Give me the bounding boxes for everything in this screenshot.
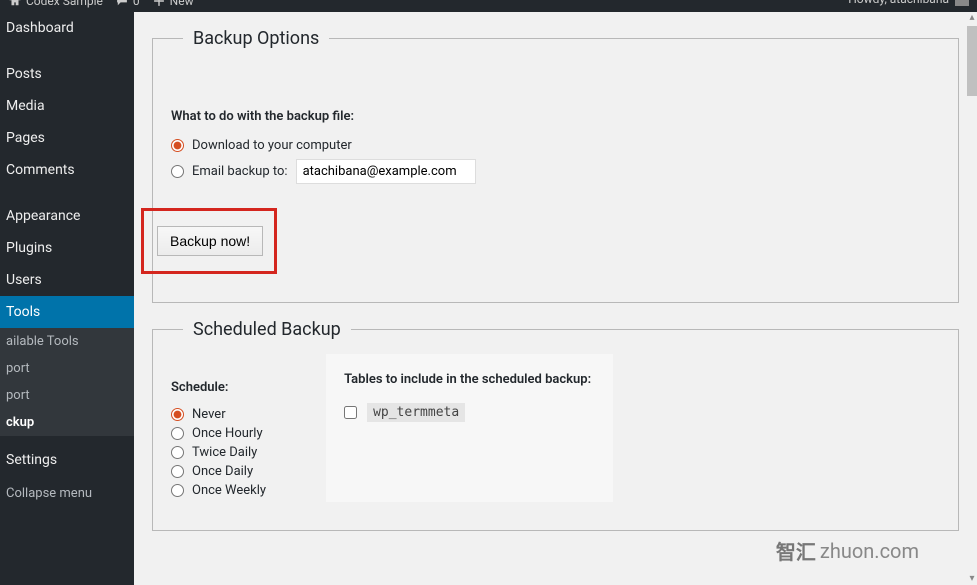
submenu-import[interactable]: port (0, 355, 134, 382)
radio-twice-daily[interactable] (171, 446, 184, 459)
scroll-thumb[interactable] (967, 26, 977, 96)
sidebar-item-posts[interactable]: Posts (0, 58, 134, 90)
sidebar-item-comments[interactable]: Comments (0, 154, 134, 186)
radio-once-daily[interactable] (171, 465, 184, 478)
opt-never[interactable]: Never (171, 407, 266, 422)
comment-count: 0 (133, 0, 140, 8)
opt-once-weekly[interactable]: Once Weekly (171, 483, 266, 498)
sidebar-item-plugins[interactable]: Plugins (0, 232, 134, 264)
tables-panel: Tables to include in the scheduled backu… (326, 354, 613, 502)
opt-once-daily[interactable]: Once Daily (171, 464, 266, 479)
sidebar-item-appearance[interactable]: Appearance (0, 200, 134, 232)
sidebar-item-settings[interactable]: Settings (0, 444, 134, 476)
home-icon (8, 0, 22, 8)
comments-link[interactable]: 0 (115, 0, 140, 8)
schedule-label: Schedule: (171, 380, 266, 395)
opt-twice-daily-label: Twice Daily (192, 445, 257, 460)
backup-options-legend: Backup Options (183, 28, 329, 49)
submenu-export[interactable]: port (0, 382, 134, 409)
radio-once-weekly[interactable] (171, 484, 184, 497)
collapse-menu[interactable]: Collapse menu (0, 476, 134, 511)
opt-hourly[interactable]: Once Hourly (171, 426, 266, 441)
opt-twice-daily[interactable]: Twice Daily (171, 445, 266, 460)
email-field[interactable] (296, 159, 476, 184)
admin-sidebar: Dashboard Posts Media Pages Comments App… (0, 12, 134, 585)
avatar[interactable] (955, 0, 969, 6)
table-name: wp_termmeta (367, 403, 465, 422)
opt-email[interactable]: Email backup to: (171, 159, 940, 184)
new-link[interactable]: New (152, 0, 194, 8)
admin-toolbar: Codex Sample 0 New Howdy, atachibana (0, 0, 977, 12)
opt-never-label: Never (192, 407, 226, 422)
site-title: Codex Sample (26, 0, 103, 8)
opt-once-daily-label: Once Daily (192, 464, 253, 479)
scroll-down-icon[interactable]: ▾ (967, 573, 977, 585)
opt-email-label: Email backup to: (192, 164, 288, 179)
backup-now-callout: Backup now! (141, 208, 277, 274)
main-content: Backup Options What to do with the backu… (134, 12, 977, 585)
sidebar-item-users[interactable]: Users (0, 264, 134, 296)
radio-download[interactable] (171, 139, 184, 152)
site-link[interactable]: Codex Sample (8, 0, 103, 8)
plus-icon (152, 0, 166, 8)
scheduled-backup-group: Scheduled Backup Schedule: Never Once Ho… (152, 319, 959, 531)
comment-icon (115, 0, 129, 8)
scroll-up-icon[interactable]: ▴ (967, 12, 977, 24)
opt-download-label: Download to your computer (192, 138, 352, 153)
radio-email[interactable] (171, 165, 184, 178)
watermark-en: zhuon.com (820, 539, 919, 563)
new-label: New (170, 0, 194, 8)
opt-download[interactable]: Download to your computer (171, 138, 940, 153)
radio-never[interactable] (171, 408, 184, 421)
sidebar-item-media[interactable]: Media (0, 90, 134, 122)
sidebar-item-pages[interactable]: Pages (0, 122, 134, 154)
tables-label: Tables to include in the scheduled backu… (344, 372, 591, 387)
howdy-text[interactable]: Howdy, atachibana (848, 0, 949, 6)
scheduled-backup-legend: Scheduled Backup (183, 319, 351, 340)
checkbox-wp-termmeta[interactable] (344, 406, 357, 419)
backup-now-button[interactable]: Backup now! (157, 226, 263, 256)
watermark: 智汇 zhuon.com (776, 536, 919, 565)
submenu-backup[interactable]: ckup (0, 409, 134, 436)
backup-options-group: Backup Options What to do with the backu… (152, 28, 959, 303)
watermark-cn: 智汇 (776, 536, 816, 565)
sidebar-submenu-tools: ailable Tools port port ckup (0, 328, 134, 436)
opt-once-weekly-label: Once Weekly (192, 483, 266, 498)
opt-hourly-label: Once Hourly (192, 426, 263, 441)
sidebar-item-tools[interactable]: Tools (0, 296, 134, 328)
submenu-available-tools[interactable]: ailable Tools (0, 328, 134, 355)
sidebar-item-dashboard[interactable]: Dashboard (0, 12, 134, 44)
backup-file-prompt: What to do with the backup file: (171, 109, 940, 124)
radio-hourly[interactable] (171, 427, 184, 440)
vertical-scrollbar[interactable]: ▴ ▾ (967, 12, 977, 585)
table-row[interactable]: wp_termmeta (344, 403, 591, 422)
